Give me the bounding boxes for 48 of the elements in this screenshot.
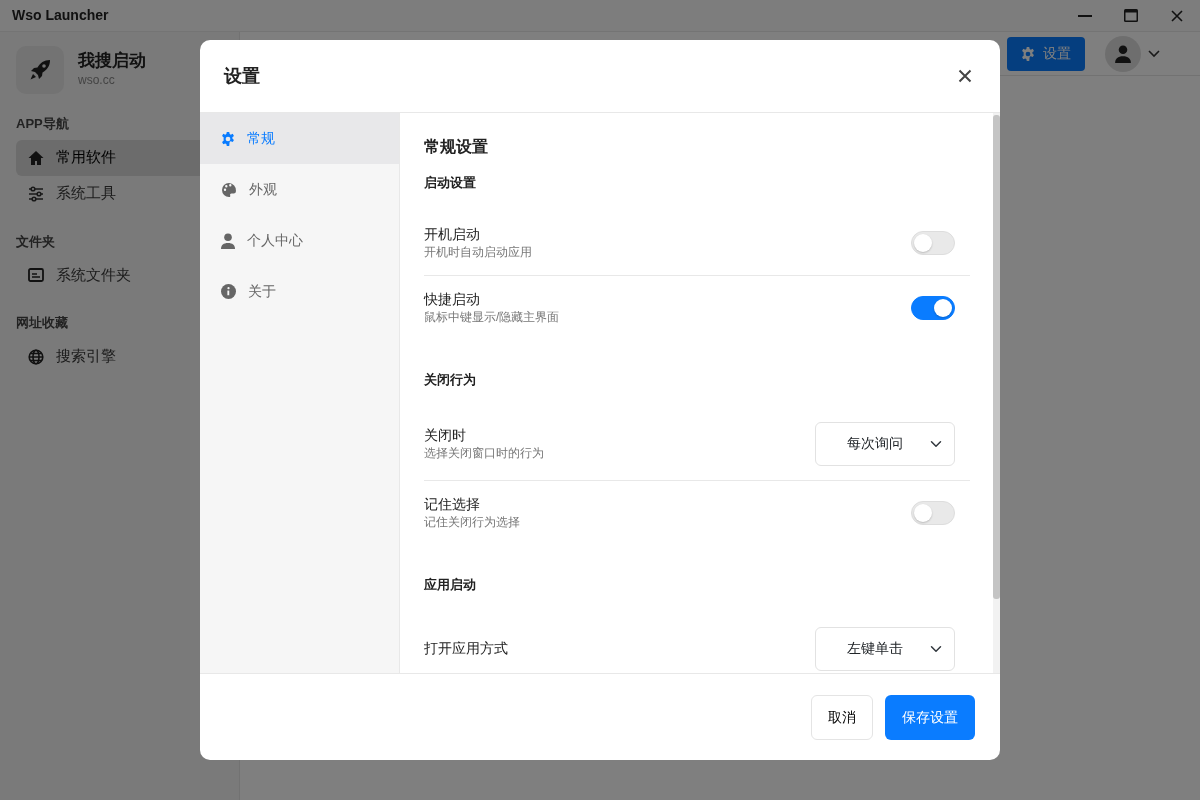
- setting-label: 开机启动: [424, 224, 481, 244]
- scrollbar[interactable]: [993, 113, 1000, 673]
- window-title: Wso Launcher: [12, 6, 109, 25]
- settings-icon: [221, 131, 235, 146]
- content-title: 常规设置: [424, 137, 489, 157]
- section-title: 应用启动: [424, 576, 477, 595]
- sidebar-item[interactable]: 系统工具: [16, 175, 200, 212]
- settings-tab[interactable]: 关于: [200, 266, 399, 317]
- setting-label: 打开应用方式: [424, 638, 508, 658]
- chevron-down-icon[interactable]: [1148, 49, 1160, 58]
- select-field[interactable]: 左键单击: [815, 626, 955, 671]
- close-icon: [1171, 9, 1183, 22]
- setting-description: 鼠标中键显示/隐藏主界面: [424, 309, 560, 327]
- group-title: 文件夹: [16, 232, 56, 251]
- sliders-icon: [28, 185, 44, 202]
- home-icon: [28, 149, 44, 166]
- sidebar-item[interactable]: 系统文件夹: [16, 257, 200, 293]
- setting-description: 记住关闭行为选择: [424, 514, 520, 532]
- app-name: 我搜启动: [78, 50, 146, 72]
- info-icon: [221, 284, 236, 299]
- setting-description: 选择关闭窗口时的行为: [424, 445, 544, 462]
- maximize-icon: [1124, 9, 1138, 22]
- setting-description: 开机时自动启动应用: [424, 244, 532, 261]
- settings-tab[interactable]: 外观: [200, 164, 399, 215]
- window-icon: [28, 268, 44, 282]
- toggle-switch[interactable]: [911, 296, 955, 321]
- group-title: 网址收藏: [16, 314, 69, 332]
- palette-icon: [221, 181, 237, 198]
- section-title: 启动设置: [424, 174, 477, 192]
- rocket-logo: [16, 46, 64, 94]
- cancel-button[interactable]: 取消: [811, 694, 873, 740]
- select-field[interactable]: 每次询问: [815, 421, 955, 466]
- setting-label: 关闭时: [424, 425, 467, 445]
- settings-tab[interactable]: 个人中心: [200, 215, 399, 266]
- save-button[interactable]: 保存设置: [885, 694, 975, 740]
- avatar[interactable]: [1105, 35, 1141, 72]
- dialog-title: 设置: [224, 64, 260, 88]
- user-icon: [221, 232, 235, 249]
- sidebar-item[interactable]: 常用软件: [16, 139, 200, 176]
- setting-label: 记住选择: [424, 494, 481, 514]
- settings-button[interactable]: 设置: [1007, 36, 1085, 71]
- settings-icon: [1021, 46, 1035, 61]
- settings-tab[interactable]: 常规: [200, 113, 399, 164]
- setting-label: 快捷启动: [424, 289, 481, 309]
- sidebar-item[interactable]: 搜索引擎: [16, 338, 200, 375]
- section-title: 关闭行为: [424, 371, 477, 390]
- group-title: APP导航: [16, 115, 70, 133]
- globe-icon: [28, 348, 44, 365]
